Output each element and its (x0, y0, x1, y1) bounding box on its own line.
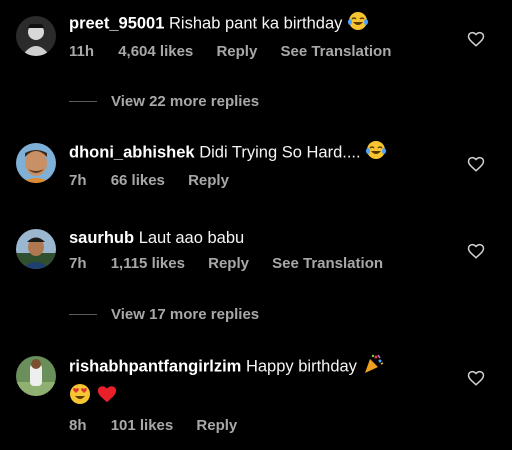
heart-eyes-emoji-icon (69, 383, 91, 411)
comment-text: Rishab pant ka birthday (169, 14, 343, 33)
reply-button[interactable]: Reply (216, 43, 257, 60)
comment-timestamp: 8h (69, 417, 87, 434)
likes-count[interactable]: 4,604 likes (118, 43, 193, 60)
likes-count[interactable]: 101 likes (111, 417, 174, 434)
view-more-replies[interactable]: View 17 more replies (69, 306, 259, 323)
avatar[interactable] (16, 356, 56, 396)
like-heart-icon[interactable] (467, 30, 485, 48)
like-heart-icon[interactable] (467, 369, 485, 387)
reply-button[interactable]: Reply (196, 417, 237, 434)
view-more-replies-label: View 22 more replies (111, 93, 260, 110)
likes-count[interactable]: 1,115 likes (111, 255, 185, 272)
view-more-replies-label: View 17 more replies (111, 306, 260, 323)
comment-username[interactable]: saurhub (69, 229, 134, 247)
tears-of-joy-emoji-icon (365, 140, 387, 166)
divider (69, 314, 97, 315)
divider (69, 101, 97, 102)
comment-text: Didi Trying So Hard.... (199, 143, 361, 162)
red-heart-emoji-icon (96, 383, 118, 411)
see-translation-button[interactable]: See Translation (272, 255, 383, 272)
comment-username[interactable]: dhoni_abhishek (69, 143, 195, 161)
view-more-replies[interactable]: View 22 more replies (69, 93, 259, 110)
reply-button[interactable]: Reply (188, 172, 229, 189)
see-translation-button[interactable]: See Translation (280, 43, 391, 60)
party-popper-emoji-icon (362, 353, 384, 381)
comment-timestamp: 7h (69, 255, 87, 272)
comment-text: Laut aao babu (138, 229, 245, 247)
like-heart-icon[interactable] (467, 242, 485, 260)
avatar[interactable] (16, 143, 56, 183)
comment-timestamp: 11h (69, 43, 95, 60)
avatar[interactable] (16, 16, 56, 56)
comment-timestamp: 7h (69, 172, 87, 189)
comment-text: Happy birthday (245, 357, 357, 376)
like-heart-icon[interactable] (467, 155, 485, 173)
comment-username[interactable]: rishabhpantfangirlzim (69, 357, 241, 375)
tears-of-joy-emoji-icon (347, 11, 369, 37)
reply-button[interactable]: Reply (208, 255, 249, 272)
avatar[interactable] (16, 229, 56, 269)
likes-count[interactable]: 66 likes (111, 172, 165, 189)
comment-username[interactable]: preet_95001 (69, 14, 164, 32)
